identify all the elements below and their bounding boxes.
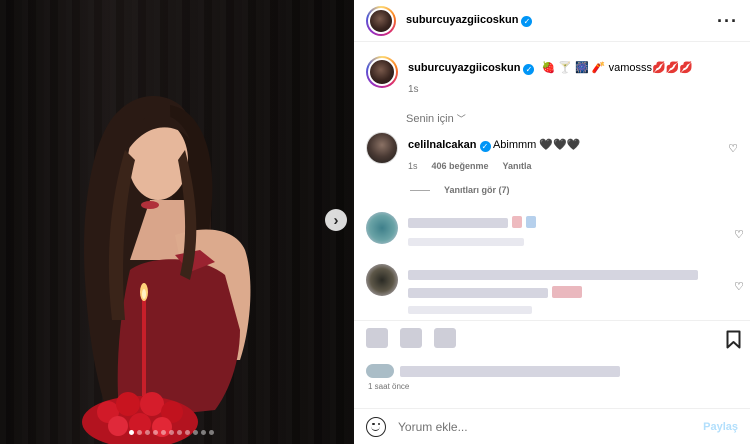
- comment-item: celilnalcakan ✓ Abimmm 🖤🖤🖤 1s 406 beğenme…: [366, 132, 738, 171]
- blurred-meta: [408, 238, 524, 246]
- liked-by-row: [366, 364, 620, 378]
- carousel-dot: [169, 430, 174, 435]
- blurred-emoji: [526, 216, 536, 228]
- post-header: suburcuyazgiicoskun ✓ ···: [354, 0, 750, 42]
- view-replies-button[interactable]: Yanıtları gör (7): [410, 185, 510, 195]
- share-action-blurred[interactable]: [434, 328, 456, 348]
- bookmark-icon[interactable]: [726, 330, 741, 349]
- reply-button[interactable]: Yanıtla: [503, 161, 532, 171]
- chevron-down-icon: ﹀: [456, 114, 466, 124]
- author-avatar[interactable]: [366, 5, 396, 36]
- verified-icon: ✓: [479, 141, 491, 152]
- chevron-right-icon: ›: [333, 211, 339, 229]
- carousel-dot: [129, 430, 134, 435]
- post-actions: [366, 328, 456, 348]
- blurred-emoji: [552, 286, 582, 298]
- commenter-username[interactable]: celilnalcakan ✓: [408, 139, 491, 152]
- next-slide-button[interactable]: ›: [325, 209, 347, 231]
- carousel-dot: [193, 430, 198, 435]
- carousel-dot: [145, 430, 150, 435]
- verified-icon: ✓: [521, 16, 533, 27]
- carousel-dot: [137, 430, 142, 435]
- carousel-dot: [209, 430, 214, 435]
- comment-time[interactable]: 1s: [408, 161, 418, 171]
- verified-icon: ✓: [523, 64, 535, 75]
- comment-input[interactable]: [398, 419, 704, 434]
- heart-icon[interactable]: ♡: [734, 218, 744, 241]
- author-username[interactable]: suburcuyazgiicoskun ✓: [406, 14, 533, 27]
- carousel-dot: [153, 430, 158, 435]
- caption-emojis: 🍓 🍸 🎆 🧨: [541, 62, 606, 74]
- caption-kisses: 💋💋💋: [651, 62, 694, 74]
- photo-scene: [82, 95, 251, 444]
- blurred-avatar[interactable]: [366, 264, 398, 296]
- view-replies-label: Yanıtları gör (7): [444, 185, 510, 195]
- like-action-blurred[interactable]: [366, 328, 388, 348]
- comment-sort-dropdown[interactable]: Senin için ﹀: [406, 112, 466, 125]
- carousel-dot: [161, 430, 166, 435]
- comment-action-blurred[interactable]: [400, 328, 422, 348]
- comment-composer: Paylaş: [354, 408, 750, 444]
- blurred-liked-by-text: [400, 365, 620, 377]
- commenter-avatar[interactable]: [366, 132, 398, 164]
- post-caption: suburcuyazgiicoskun ✓ 🍓 🍸 🎆 🧨 vamosss💋💋💋 …: [366, 56, 693, 95]
- post-time-ago[interactable]: 1 saat önce: [368, 382, 409, 391]
- comment-text: Abimmm 🖤🖤🖤: [492, 139, 581, 151]
- post-photo[interactable]: ›: [0, 0, 354, 444]
- blurred-liker-avatars[interactable]: [366, 364, 394, 378]
- post-side-panel: suburcuyazgiicoskun ✓ ··· suburcuyazgiico…: [354, 0, 750, 444]
- heart-icon[interactable]: ♡: [734, 270, 744, 293]
- emoji-icon[interactable]: [366, 416, 386, 437]
- blurred-emoji: [512, 216, 522, 228]
- caption-author-username[interactable]: suburcuyazgiicoskun ✓: [408, 62, 535, 75]
- blurred-text: [408, 288, 548, 298]
- heart-icon[interactable]: ♡: [728, 132, 738, 171]
- carousel-dot: [185, 430, 190, 435]
- carousel-dot: [177, 430, 182, 435]
- post-comment-button[interactable]: Paylaş: [703, 421, 738, 433]
- blurred-avatar[interactable]: [366, 212, 398, 244]
- caption-text: vamosss: [608, 62, 652, 74]
- caption-author-avatar[interactable]: [366, 56, 398, 88]
- blurred-text: [408, 270, 698, 280]
- replies-line: [410, 189, 430, 191]
- sort-label: Senin için: [406, 113, 454, 125]
- carousel-dots: [129, 430, 214, 435]
- more-options-icon[interactable]: ···: [717, 12, 738, 30]
- actions-divider: [354, 320, 750, 321]
- caption-timestamp[interactable]: 1s: [408, 84, 693, 95]
- blurred-meta: [408, 306, 532, 314]
- blurred-text: [408, 218, 508, 228]
- comment-likes[interactable]: 406 beğenme: [432, 161, 489, 171]
- carousel-dot: [201, 430, 206, 435]
